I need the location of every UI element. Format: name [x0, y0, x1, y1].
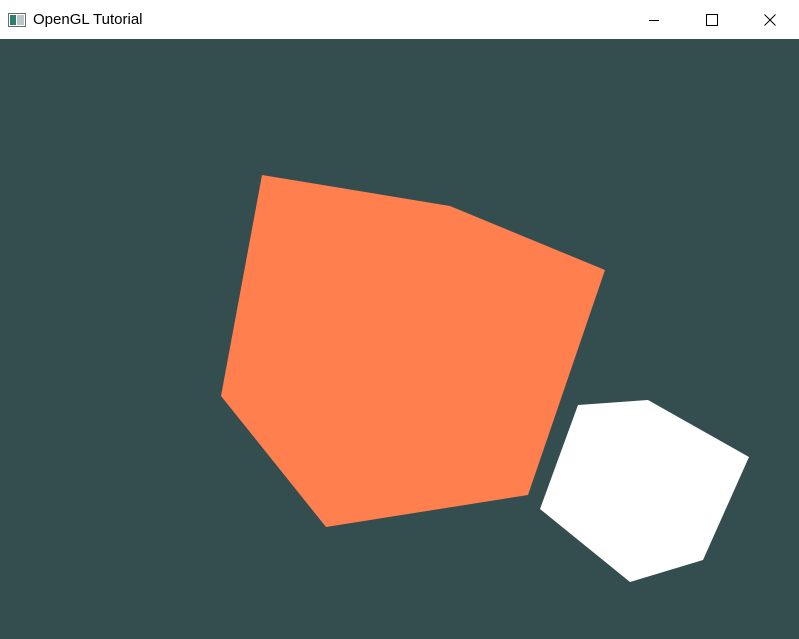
window-controls	[625, 0, 799, 39]
maximize-button[interactable]	[683, 0, 741, 39]
close-icon	[764, 13, 776, 26]
close-button[interactable]	[741, 0, 799, 39]
window-title: OpenGL Tutorial	[33, 11, 143, 28]
opengl-viewport[interactable]	[0, 39, 799, 639]
minimize-button[interactable]	[625, 0, 683, 39]
maximize-icon	[706, 13, 718, 26]
window-app-icon[interactable]	[8, 12, 26, 27]
minimize-icon	[649, 19, 659, 21]
title-bar[interactable]: OpenGL Tutorial	[0, 0, 799, 39]
app-window: OpenGL Tutorial	[0, 0, 799, 639]
